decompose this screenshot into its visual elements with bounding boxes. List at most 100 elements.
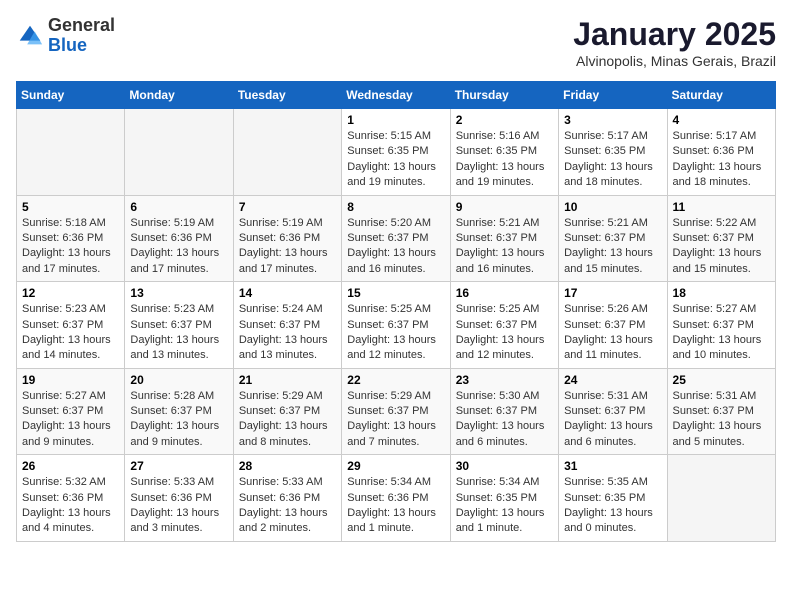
calendar-cell: 7 Sunrise: 5:19 AM Sunset: 6:36 PM Daylig… [233, 195, 341, 282]
day-info: Sunrise: 5:28 AM Sunset: 6:37 PM Dayligh… [130, 389, 227, 451]
day-info: Sunrise: 5:31 AM Sunset: 6:37 PM Dayligh… [564, 389, 661, 451]
day-number: 3 [564, 113, 661, 127]
calendar-cell: 8 Sunrise: 5:20 AM Sunset: 6:37 PM Daylig… [342, 195, 450, 282]
day-info: Sunrise: 5:16 AM Sunset: 6:35 PM Dayligh… [456, 129, 553, 191]
day-number: 11 [673, 200, 770, 214]
day-number: 4 [673, 113, 770, 127]
calendar-week-row: 12 Sunrise: 5:23 AM Sunset: 6:37 PM Dayli… [17, 282, 776, 369]
calendar-cell: 11 Sunrise: 5:22 AM Sunset: 6:37 PM Dayli… [667, 195, 775, 282]
month-title: January 2025 [573, 16, 776, 53]
calendar-cell: 23Sunrise: 5:30 AM Sunset: 6:37 PM Dayli… [450, 368, 558, 455]
day-info: Sunrise: 5:33 AM Sunset: 6:36 PM Dayligh… [239, 475, 336, 537]
day-info: Sunrise: 5:21 AM Sunset: 6:37 PM Dayligh… [564, 216, 661, 278]
day-info: Sunrise: 5:15 AM Sunset: 6:35 PM Dayligh… [347, 129, 444, 191]
calendar-cell: 30 Sunrise: 5:34 AM Sunset: 6:35 PM Dayli… [450, 455, 558, 542]
weekday-header: Friday [559, 82, 667, 109]
day-info: Sunrise: 5:18 AM Sunset: 6:36 PM Dayligh… [22, 216, 119, 278]
calendar-cell: 9 Sunrise: 5:21 AM Sunset: 6:37 PM Daylig… [450, 195, 558, 282]
day-number: 7 [239, 200, 336, 214]
day-number: 10 [564, 200, 661, 214]
calendar-cell: 25 Sunrise: 5:31 AM Sunset: 6:37 PM Dayli… [667, 368, 775, 455]
weekday-header: Saturday [667, 82, 775, 109]
calendar-cell: 10 Sunrise: 5:21 AM Sunset: 6:37 PM Dayli… [559, 195, 667, 282]
day-info: Sunrise: 5:19 AM Sunset: 6:36 PM Dayligh… [130, 216, 227, 278]
day-number: 25 [673, 373, 770, 387]
weekday-header: Wednesday [342, 82, 450, 109]
day-info: Sunrise: 5:22 AM Sunset: 6:37 PM Dayligh… [673, 216, 770, 278]
day-info: Sunrise: 5:30 AM Sunset: 6:37 PM Dayligh… [456, 389, 553, 451]
title-block: January 2025 Alvinopolis, Minas Gerais, … [573, 16, 776, 69]
day-number: 28 [239, 459, 336, 473]
day-number: 18 [673, 286, 770, 300]
calendar-cell: 4 Sunrise: 5:17 AM Sunset: 6:36 PM Daylig… [667, 109, 775, 196]
calendar-cell: 3 Sunrise: 5:17 AM Sunset: 6:35 PM Daylig… [559, 109, 667, 196]
day-number: 9 [456, 200, 553, 214]
logo-icon [16, 22, 44, 50]
day-number: 20 [130, 373, 227, 387]
location-subtitle: Alvinopolis, Minas Gerais, Brazil [573, 53, 776, 69]
calendar-cell: 2Sunrise: 5:16 AM Sunset: 6:35 PM Daylig… [450, 109, 558, 196]
weekday-header: Thursday [450, 82, 558, 109]
day-info: Sunrise: 5:29 AM Sunset: 6:37 PM Dayligh… [347, 389, 444, 451]
day-info: Sunrise: 5:17 AM Sunset: 6:35 PM Dayligh… [564, 129, 661, 191]
day-info: Sunrise: 5:35 AM Sunset: 6:35 PM Dayligh… [564, 475, 661, 537]
day-info: Sunrise: 5:26 AM Sunset: 6:37 PM Dayligh… [564, 302, 661, 364]
calendar-cell: 12Sunrise: 5:23 AM Sunset: 6:37 PM Dayli… [17, 282, 125, 369]
calendar-cell: 26 Sunrise: 5:32 AM Sunset: 6:36 PM Dayli… [17, 455, 125, 542]
day-info: Sunrise: 5:33 AM Sunset: 6:36 PM Dayligh… [130, 475, 227, 537]
day-number: 13 [130, 286, 227, 300]
day-info: Sunrise: 5:19 AM Sunset: 6:36 PM Dayligh… [239, 216, 336, 278]
calendar-cell [17, 109, 125, 196]
calendar-cell: 21 Sunrise: 5:29 AM Sunset: 6:37 PM Dayli… [233, 368, 341, 455]
page-header: General Blue January 2025 Alvinopolis, M… [16, 16, 776, 69]
calendar-week-row: 5Sunrise: 5:18 AM Sunset: 6:36 PM Daylig… [17, 195, 776, 282]
day-info: Sunrise: 5:21 AM Sunset: 6:37 PM Dayligh… [456, 216, 553, 278]
day-info: Sunrise: 5:31 AM Sunset: 6:37 PM Dayligh… [673, 389, 770, 451]
weekday-header-row: SundayMondayTuesdayWednesdayThursdayFrid… [17, 82, 776, 109]
day-info: Sunrise: 5:17 AM Sunset: 6:36 PM Dayligh… [673, 129, 770, 191]
calendar-cell: 24 Sunrise: 5:31 AM Sunset: 6:37 PM Dayli… [559, 368, 667, 455]
calendar-cell: 20 Sunrise: 5:28 AM Sunset: 6:37 PM Dayli… [125, 368, 233, 455]
calendar-table: SundayMondayTuesdayWednesdayThursdayFrid… [16, 81, 776, 542]
day-number: 15 [347, 286, 444, 300]
calendar-cell: 18 Sunrise: 5:27 AM Sunset: 6:37 PM Dayli… [667, 282, 775, 369]
day-number: 14 [239, 286, 336, 300]
calendar-cell [233, 109, 341, 196]
logo-text: General Blue [48, 16, 115, 56]
calendar-cell: 27 Sunrise: 5:33 AM Sunset: 6:36 PM Dayli… [125, 455, 233, 542]
day-info: Sunrise: 5:20 AM Sunset: 6:37 PM Dayligh… [347, 216, 444, 278]
day-number: 19 [22, 373, 119, 387]
calendar-cell: 15Sunrise: 5:25 AM Sunset: 6:37 PM Dayli… [342, 282, 450, 369]
calendar-cell: 31 Sunrise: 5:35 AM Sunset: 6:35 PM Dayli… [559, 455, 667, 542]
calendar-cell [667, 455, 775, 542]
day-number: 21 [239, 373, 336, 387]
day-number: 31 [564, 459, 661, 473]
logo: General Blue [16, 16, 115, 56]
day-info: Sunrise: 5:23 AM Sunset: 6:37 PM Dayligh… [130, 302, 227, 364]
day-info: Sunrise: 5:29 AM Sunset: 6:37 PM Dayligh… [239, 389, 336, 451]
day-number: 26 [22, 459, 119, 473]
day-info: Sunrise: 5:34 AM Sunset: 6:35 PM Dayligh… [456, 475, 553, 537]
weekday-header: Tuesday [233, 82, 341, 109]
day-number: 22 [347, 373, 444, 387]
day-info: Sunrise: 5:34 AM Sunset: 6:36 PM Dayligh… [347, 475, 444, 537]
calendar-cell: 6Sunrise: 5:19 AM Sunset: 6:36 PM Daylig… [125, 195, 233, 282]
calendar-cell: 17Sunrise: 5:26 AM Sunset: 6:37 PM Dayli… [559, 282, 667, 369]
calendar-cell: 29 Sunrise: 5:34 AM Sunset: 6:36 PM Dayli… [342, 455, 450, 542]
day-number: 30 [456, 459, 553, 473]
calendar-cell: 22 Sunrise: 5:29 AM Sunset: 6:37 PM Dayli… [342, 368, 450, 455]
calendar-cell: 14Sunrise: 5:24 AM Sunset: 6:37 PM Dayli… [233, 282, 341, 369]
day-info: Sunrise: 5:32 AM Sunset: 6:36 PM Dayligh… [22, 475, 119, 537]
day-number: 29 [347, 459, 444, 473]
day-info: Sunrise: 5:27 AM Sunset: 6:37 PM Dayligh… [673, 302, 770, 364]
day-number: 12 [22, 286, 119, 300]
day-number: 27 [130, 459, 227, 473]
day-number: 8 [347, 200, 444, 214]
day-info: Sunrise: 5:25 AM Sunset: 6:37 PM Dayligh… [456, 302, 553, 364]
calendar-week-row: 1Sunrise: 5:15 AM Sunset: 6:35 PM Daylig… [17, 109, 776, 196]
calendar-week-row: 19Sunrise: 5:27 AM Sunset: 6:37 PM Dayli… [17, 368, 776, 455]
calendar-week-row: 26 Sunrise: 5:32 AM Sunset: 6:36 PM Dayli… [17, 455, 776, 542]
day-number: 24 [564, 373, 661, 387]
weekday-header: Sunday [17, 82, 125, 109]
calendar-cell: 1Sunrise: 5:15 AM Sunset: 6:35 PM Daylig… [342, 109, 450, 196]
